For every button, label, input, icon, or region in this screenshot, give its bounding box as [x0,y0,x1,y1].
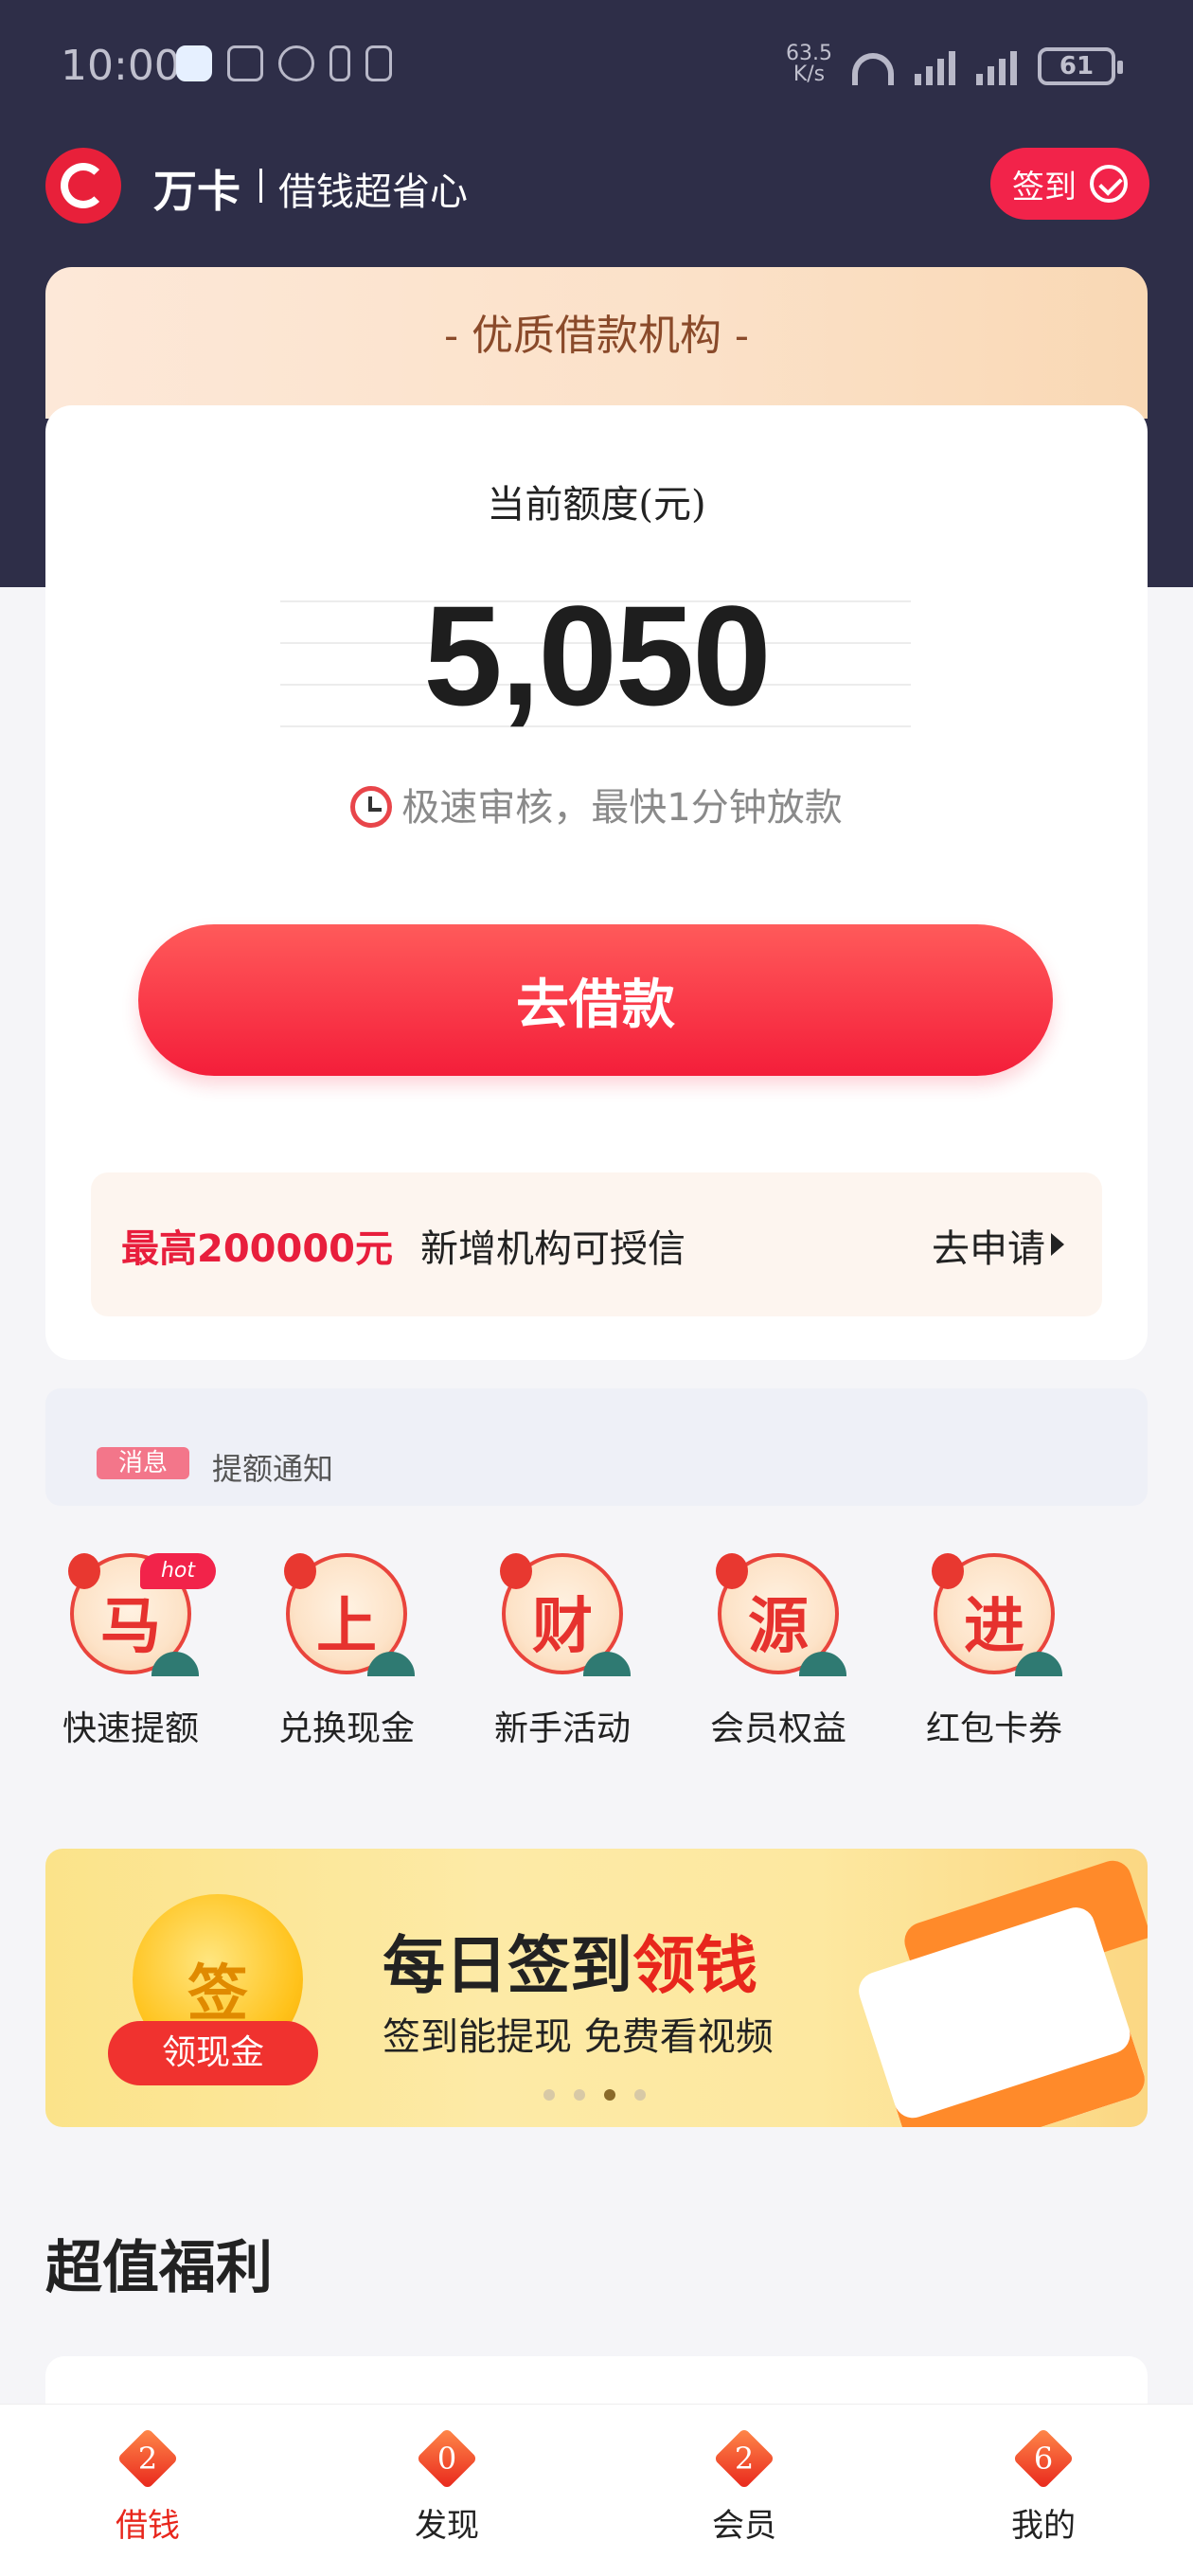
bluetooth-icon [329,45,350,81]
nav-label: 会员 [712,2507,776,2545]
nav-label: 借钱 [116,2507,180,2545]
hot-badge: hot [140,1553,216,1589]
approval-tagline-text: 极速审核，最快1分钟放款 [401,786,843,830]
claim-cash-pill: 领现金 [108,2021,318,2085]
new-lender-promo[interactable]: 最高200000元 新增机构可授信 去申请 [91,1172,1102,1316]
banner-title-highlight: 领钱 [632,1928,757,2002]
nav-mine[interactable]: 6 我的 [949,2405,1138,2576]
notice-ticker[interactable]: 消息 提额通知 [45,1388,1148,1506]
nav-badge-count: 2 [137,2441,158,2477]
credit-card-header: - 优质借款机构 - [45,267,1148,419]
brand-name: 万卡 [153,166,240,217]
feature-label: 快速提额 [62,1709,199,1748]
carousel-dot[interactable] [574,2089,585,2101]
battery-icon: 61 [1038,47,1123,85]
feature-member-benefits[interactable]: 源 会员权益 [693,1553,864,1750]
nav-badge-icon: 6 [1012,2427,1075,2490]
banner-subtitle: 签到能提现 免费看视频 [383,2015,774,2059]
network-speed: 63.5 K/s [786,44,832,85]
status-notification-icons [176,45,392,81]
nav-discover[interactable]: 0 发现 [352,2405,542,2576]
header-divider [259,169,262,203]
daily-signin-banner[interactable]: 签 领现金 每日签到领钱 签到能提现 免费看视频 [45,1849,1148,2127]
nav-badge-count: 2 [734,2441,755,2477]
network-speed-unit: K/s [792,63,826,86]
promo-apply-link[interactable]: 去申请 [932,1218,1045,1273]
promo-max-amount: 最高200000元 [121,1227,393,1271]
credit-limit-label: 当前额度(元) [487,483,706,527]
credit-limit-amount: 5,050 [423,576,771,735]
brand-slogan: 借钱超省心 [278,170,468,214]
nav-badge-count: 6 [1033,2441,1054,2477]
feature-badge-icon: 马 hot [68,1553,216,1676]
status-right-icons: 61 [852,47,1123,85]
credit-card-section-title: - 优质借款机构 - [444,312,749,360]
signin-label: 签到 [1012,168,1077,206]
check-circle-icon [1090,165,1128,203]
feature-label: 新手活动 [493,1709,631,1748]
nav-label: 发现 [415,2507,479,2545]
approval-tagline: 极速审核，最快1分钟放款 [45,777,1148,832]
ticker-tag: 消息 [97,1447,189,1479]
feature-badge-icon: 上 [284,1553,415,1676]
nfc-icon [227,45,263,81]
carousel-dot[interactable] [634,2089,646,2101]
nav-member[interactable]: 2 会员 [650,2405,839,2576]
app-notification-icon [176,45,212,81]
bottom-navigation: 2 借钱 0 发现 2 会员 6 我的 [0,2404,1193,2576]
signal-icon [915,51,955,85]
status-time: 10:00 [61,42,181,90]
banner-title: 每日签到领钱 [383,1915,757,2006]
promo-text: 新增机构可授信 [420,1227,686,1271]
section-title: 超值福利 [45,2235,273,2301]
app-logo [45,148,121,224]
alarm-clock-icon [350,786,393,828]
feature-label: 会员权益 [709,1709,846,1748]
nav-badge-icon: 2 [116,2427,179,2490]
alarm-icon [278,45,314,81]
banner-title-main: 每日签到 [383,1928,632,2002]
logo-ring-icon [61,163,106,208]
status-bar: 10:00 63.5 K/s 61 [0,0,1193,133]
credit-card: 当前额度(元) 5,050 极速审核，最快1分钟放款 去借款 最高200000元… [45,405,1148,1360]
feature-label: 兑换现金 [277,1709,415,1748]
coin-char: 签 [187,1959,248,2030]
nav-label: 我的 [1011,2507,1076,2545]
feature-newbie-activity[interactable]: 财 新手活动 [477,1553,648,1750]
signin-button[interactable]: 签到 [990,148,1149,220]
feature-badge-icon: 源 [716,1553,846,1676]
feature-grid: 马 hot 快速提额 上 兑换现金 财 新手活动 源 会员权益 进 红包卡券 [45,1553,1148,1780]
nav-borrow[interactable]: 2 借钱 [53,2405,242,2576]
feature-quick-limit[interactable]: 马 hot 快速提额 [45,1553,216,1750]
borrow-button[interactable]: 去借款 [138,924,1053,1076]
feature-red-packet-coupons[interactable]: 进 红包卡券 [909,1553,1079,1750]
feature-badge-icon: 财 [500,1553,631,1676]
chevron-right-icon [1051,1233,1064,1256]
feature-badge-icon: 进 [932,1553,1062,1676]
nav-badge-count: 0 [436,2441,457,2477]
vibrate-icon [365,45,392,81]
carousel-dot-active[interactable] [604,2089,615,2101]
carousel-dots [543,2089,646,2101]
signal-icon-2 [976,51,1017,85]
network-speed-value: 63.5 [786,42,832,65]
feature-label: 红包卡券 [925,1709,1062,1748]
wifi-icon [852,53,894,85]
ticker-text: 提额通知 [212,1451,334,1487]
nav-badge-icon: 2 [713,2427,775,2490]
carousel-dot[interactable] [543,2089,555,2101]
feature-exchange-cash[interactable]: 上 兑换现金 [261,1553,432,1750]
nav-badge-icon: 0 [416,2427,478,2490]
